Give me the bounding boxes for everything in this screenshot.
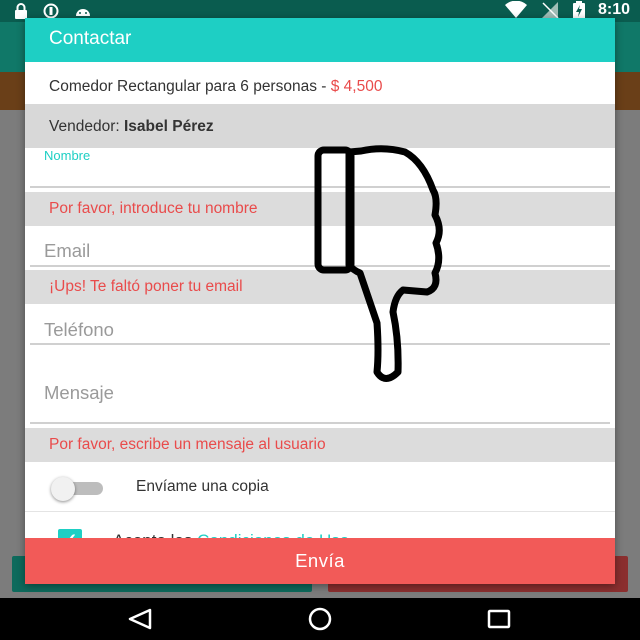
send-button[interactable]: Envía: [25, 538, 615, 584]
signal-icon: [541, 2, 559, 19]
navigation-bar: [0, 598, 640, 640]
circle-icon: [43, 3, 59, 19]
copy-toggle-row[interactable]: Envíame una copia: [25, 462, 615, 512]
back-button[interactable]: [120, 606, 160, 632]
android-icon: [76, 9, 90, 16]
product-price: $ 4,500: [330, 78, 383, 95]
message-error: Por favor, escribe un mensaje al usuario: [25, 428, 615, 462]
seller-name: Isabel Pérez: [123, 118, 214, 135]
message-placeholder: Mensaje: [44, 382, 114, 403]
phone-placeholder: Teléfono: [44, 319, 114, 340]
name-field-label: Nombre: [44, 148, 91, 163]
product-summary: Comedor Rectangular para 6 personas - $ …: [25, 62, 615, 104]
dialog-title: Contactar: [25, 18, 615, 62]
message-field-underline: [30, 422, 610, 424]
seller-label: Vendedor:: [49, 118, 124, 135]
battery-icon: [572, 1, 585, 19]
copy-toggle-label: Envíame una copia: [136, 478, 269, 495]
copy-switch[interactable]: [51, 477, 75, 501]
thumbs-down-icon: [314, 145, 443, 382]
lock-icon: [15, 3, 27, 19]
recents-icon: [487, 609, 511, 629]
email-placeholder: Email: [44, 240, 91, 261]
back-icon: [128, 608, 152, 630]
product-name: Comedor Rectangular para 6 personas -: [49, 78, 331, 95]
status-time: 8:10: [597, 1, 630, 18]
recents-button[interactable]: [479, 606, 519, 632]
home-icon: [308, 607, 332, 631]
wifi-icon: [504, 1, 527, 18]
home-button[interactable]: [300, 606, 340, 632]
